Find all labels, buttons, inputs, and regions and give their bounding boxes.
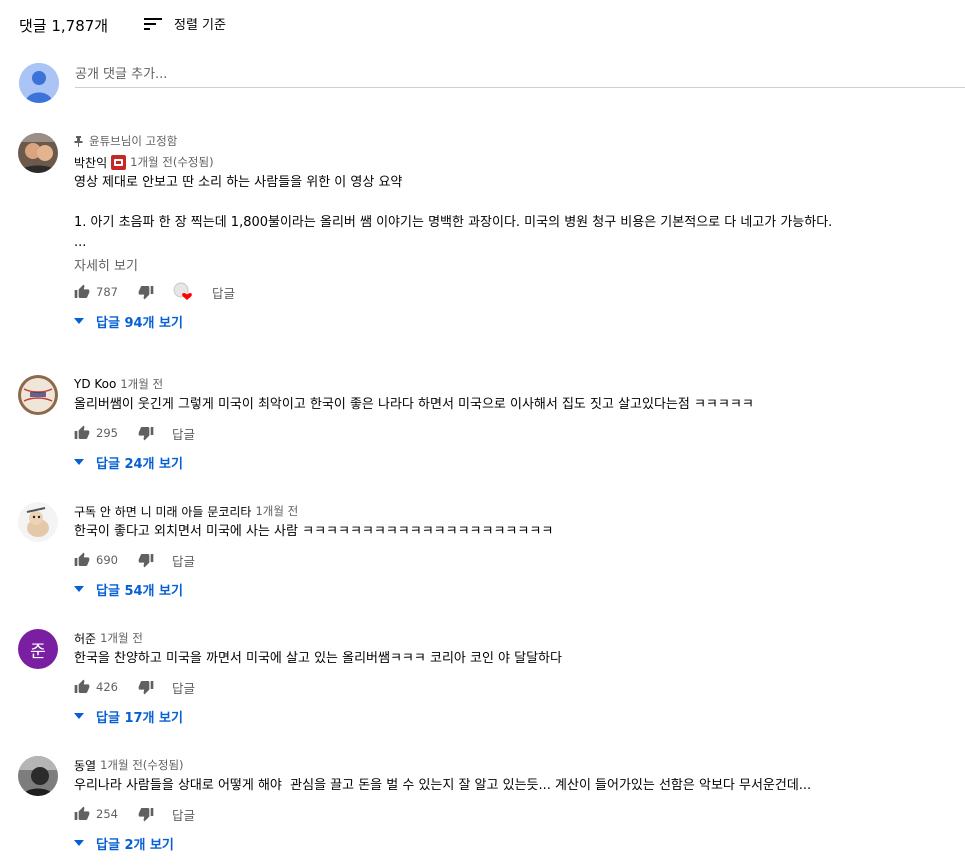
comment-time[interactable]: 1개월 전 [120,376,163,392]
avatar-letter: 준 [30,641,46,662]
view-replies-button[interactable]: 답글 54개 보기 [74,578,954,600]
caret-down-icon [74,840,84,846]
view-replies-label: 답글 24개 보기 [96,456,183,472]
thumbs-up-icon[interactable] [74,806,90,822]
like-count: 690 [96,553,118,567]
add-comment-input[interactable] [75,61,965,88]
comment-text: 한국을 찬양하고 미국을 까면서 미국에 살고 있는 올리버쌤ㅋㅋㅋ 코리아 코… [74,651,562,666]
view-replies-button[interactable]: 답글 94개 보기 [74,310,954,332]
view-replies-button[interactable]: 답글 2개 보기 [74,832,954,854]
pin-icon [74,135,83,147]
pinned-label: 윤튜브님이 고정함 [89,134,178,148]
reply-button[interactable]: 답글 [172,424,195,443]
comment-time[interactable]: 1개월 전(수정됨) [100,757,183,773]
view-replies-label: 답글 2개 보기 [96,837,174,853]
comment-text: 한국이 좋다고 외치면서 미국에 사는 사람 ㅋㅋㅋㅋㅋㅋㅋㅋㅋㅋㅋㅋㅋㅋㅋㅋㅋ… [74,524,554,539]
sort-button[interactable]: 정렬 기준 [144,14,226,33]
thumbs-down-icon[interactable] [138,679,154,695]
view-replies-label: 답글 54개 보기 [96,583,183,599]
reply-button[interactable]: 답글 [172,805,195,824]
view-replies-label: 답글 17개 보기 [96,710,183,726]
thumbs-up-icon[interactable] [74,284,90,300]
sort-icon [144,17,162,30]
thumbs-down-icon[interactable] [138,806,154,822]
default-user-icon [19,63,59,103]
pinned-badge: 윤튜브님이 고정함 [74,133,954,149]
reply-button[interactable]: 답글 [172,678,195,697]
creator-heart-icon [172,282,194,302]
sort-label: 정렬 기준 [174,18,226,33]
comment-text: 올리버쌤이 웃긴게 그렇게 미국이 최악이고 한국이 좋은 나라다 하면서 미국… [74,397,754,412]
thumbs-down-icon[interactable] [138,284,154,300]
reply-button[interactable]: 답글 [212,283,235,302]
caret-down-icon [74,318,84,324]
comment-time[interactable]: 1개월 전 [100,630,143,646]
avatar-photo [18,133,58,173]
avatar[interactable] [18,756,58,796]
avatar[interactable] [18,502,58,542]
comment-author[interactable]: 구독 안 하면 니 미래 아들 문코리타 [74,503,251,520]
comment-time[interactable]: 1개월 전(수정됨) [130,154,213,170]
reply-button[interactable]: 답글 [172,551,195,570]
caret-down-icon [74,586,84,592]
comment-author[interactable]: 동열 [74,757,96,774]
comments-header: 댓글 1,787개 [19,13,108,37]
comment-count: 댓글 1,787개 [19,16,109,35]
caret-down-icon [74,459,84,465]
avatar-photo [18,756,58,796]
avatar[interactable]: 준 [18,629,58,669]
thumbs-down-icon[interactable] [138,425,154,441]
thumbs-down-icon[interactable] [138,552,154,568]
thumbs-up-icon[interactable] [74,679,90,695]
add-comment-row [19,61,965,105]
view-replies-button[interactable]: 답글 17개 보기 [74,705,954,727]
comment-time[interactable]: 1개월 전 [255,503,298,519]
user-avatar [19,63,59,103]
like-count: 254 [96,807,118,821]
comment-author[interactable]: 허준 [74,630,96,647]
like-count: 295 [96,426,118,440]
comment-author[interactable]: 박찬익 [74,154,107,171]
view-replies-button[interactable]: 답글 24개 보기 [74,451,954,473]
view-replies-label: 답글 94개 보기 [96,315,183,331]
avatar-photo [18,375,58,415]
thumbs-up-icon[interactable] [74,552,90,568]
comment-text: 우리나라 사람들을 상대로 어떻게 해야 관심을 끌고 돈을 벌 수 있는지 잘… [74,778,812,793]
like-count: 426 [96,680,118,694]
like-count: 787 [96,285,118,299]
caret-down-icon [74,713,84,719]
thumbs-up-icon[interactable] [74,425,90,441]
member-badge-icon [111,154,127,170]
avatar[interactable] [18,375,58,415]
comment-text: 영상 제대로 안보고 딴 소리 하는 사람들을 위한 이 영상 요약 1. 아기… [74,175,833,250]
avatar-photo [18,502,58,542]
show-more-link[interactable]: 자세히 보기 [74,255,954,274]
comment-author[interactable]: YD Koo [74,377,116,391]
avatar[interactable] [18,133,58,173]
